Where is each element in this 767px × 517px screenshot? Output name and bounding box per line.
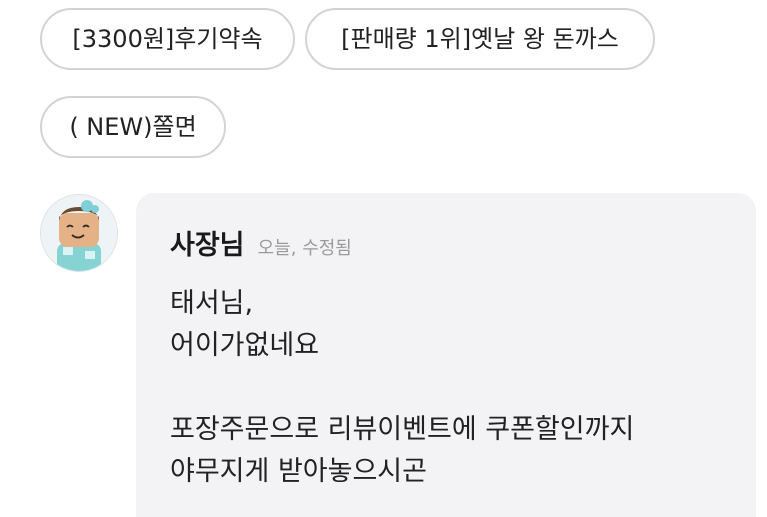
reply-body: 태서님, 어이가없네요 포장주문으로 리뷰이벤트에 쿠폰할인까지 야무지게 받아… xyxy=(170,283,740,493)
reply-line: 포장주문으로 리뷰이벤트에 쿠폰할인까지 xyxy=(170,414,635,445)
author-name: 사장님 xyxy=(170,230,245,261)
menu-chip[interactable]: [판매량 1위]옛날 왕 돈까스 xyxy=(305,8,655,70)
menu-chip[interactable]: [3300원]후기약속 xyxy=(40,8,295,70)
owner-reply-card: 사장님 오늘, 수정됨 태서님, 어이가없네요 포장주문으로 리뷰이벤트에 쿠폰… xyxy=(136,193,756,517)
review-page: [3300원]후기약속 [판매량 1위]옛날 왕 돈까스 ( NEW)쫄면 사장… xyxy=(0,0,767,517)
owner-avatar-graphic xyxy=(41,195,117,271)
reply-blank-line xyxy=(170,367,740,409)
owner-avatar-icon[interactable] xyxy=(40,194,118,272)
reply-header: 사장님 오늘, 수정됨 xyxy=(170,223,352,262)
reply-line: 태서님, xyxy=(170,288,254,319)
reply-line: 야무지게 받아놓으시곤 xyxy=(170,456,427,487)
menu-chip[interactable]: ( NEW)쫄면 xyxy=(40,96,226,158)
reply-timestamp: 오늘, 수정됨 xyxy=(257,238,352,259)
reply-line: 어이가없네요 xyxy=(170,330,320,361)
